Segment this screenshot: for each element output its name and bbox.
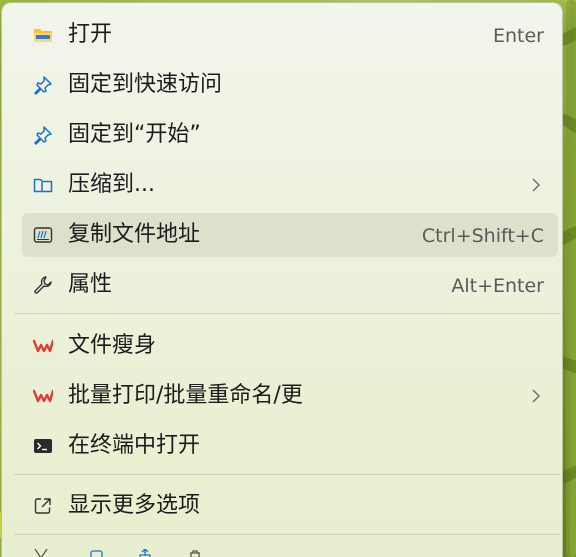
chevron-right-icon [532, 178, 540, 192]
menu-separator [14, 313, 560, 314]
zip-folder-icon [32, 174, 54, 196]
menu-item-label: 文件瘦身 [68, 333, 157, 358]
pin-icon [32, 124, 54, 146]
wrench-icon [32, 274, 54, 296]
pin-icon [32, 74, 54, 96]
shortcut-text: Alt+Enter [451, 275, 544, 297]
menu-item-label: 打开 [68, 22, 113, 47]
menu-item-label: 固定到“开始” [68, 122, 201, 147]
menu-item-properties[interactable]: 属性 Alt+Enter [22, 263, 558, 307]
copy-icon[interactable] [88, 549, 106, 557]
menu-item-label: 属性 [68, 272, 113, 297]
menu-item-pin-quick-access[interactable]: 固定到快速访问 [22, 63, 558, 107]
menu-item-label: 复制文件地址 [68, 222, 201, 247]
share-icon[interactable] [136, 549, 154, 557]
delete-icon[interactable] [186, 549, 204, 557]
menu-item-file-slim[interactable]: 文件瘦身 [22, 324, 558, 368]
menu-item-show-more-options[interactable]: 显示更多选项 [22, 484, 558, 528]
menu-item-pin-start[interactable]: 固定到“开始” [22, 113, 558, 157]
context-menu: 打开 Enter 固定到快速访问 固定到“开始” 压缩到... 复制文件地址 C… [1, 2, 563, 557]
menu-item-label: 在终端中打开 [68, 433, 201, 458]
menu-item-compress-to[interactable]: 压缩到... [22, 163, 558, 207]
menu-item-label: 压缩到... [68, 172, 155, 197]
menu-separator [14, 534, 560, 535]
wps-icon [32, 385, 54, 407]
terminal-icon [32, 435, 54, 457]
menu-item-label: 固定到快速访问 [68, 72, 223, 97]
open-external-icon [32, 495, 54, 517]
menu-item-batch-operations[interactable]: 批量打印/批量重命名/更 [22, 374, 558, 418]
menu-item-copy-path[interactable]: 复制文件地址 Ctrl+Shift+C [22, 213, 558, 257]
menu-item-label: 显示更多选项 [68, 493, 201, 518]
wps-icon [32, 335, 54, 357]
command-bar [22, 543, 222, 557]
chevron-right-icon [532, 389, 540, 403]
cut-icon[interactable] [32, 549, 50, 557]
menu-item-open[interactable]: 打开 Enter [22, 13, 558, 57]
menu-separator [14, 474, 560, 475]
shortcut-text: Enter [493, 25, 544, 47]
menu-item-open-in-terminal[interactable]: 在终端中打开 [22, 424, 558, 468]
copy-path-icon [32, 224, 54, 246]
menu-item-label: 批量打印/批量重命名/更 [68, 383, 303, 408]
shortcut-text: Ctrl+Shift+C [421, 225, 544, 247]
folder-icon [32, 24, 54, 46]
